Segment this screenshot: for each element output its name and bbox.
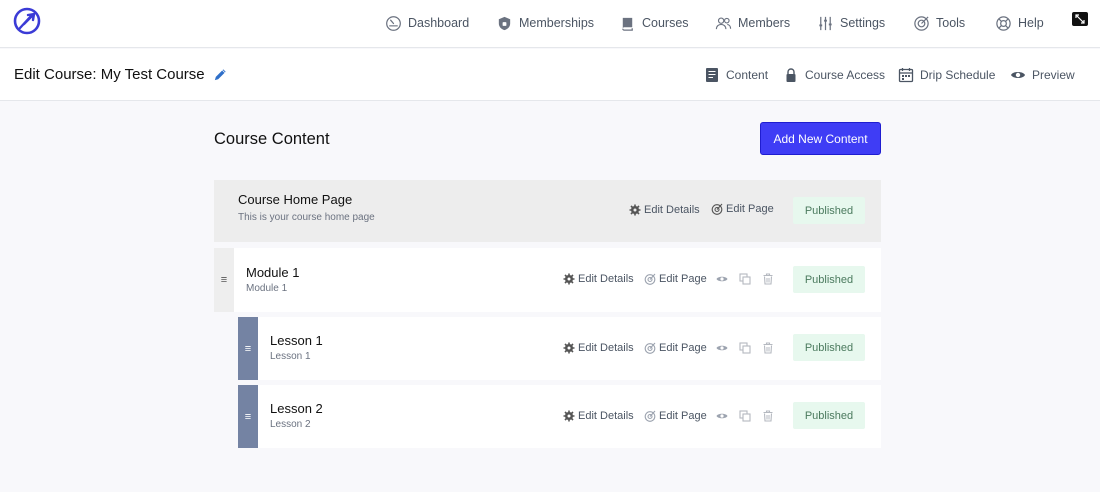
content-item-course-home: Course Home Page This is your course hom… <box>214 180 881 242</box>
expand-icon <box>1075 14 1085 24</box>
duplicate-icon[interactable] <box>739 410 751 422</box>
edit-page-label: Edit Page <box>659 342 707 354</box>
nav-tools-label: Tools <box>936 16 966 30</box>
users-icon <box>715 16 732 29</box>
item-subtitle: This is your course home page <box>238 212 375 223</box>
eye-icon[interactable] <box>716 410 728 422</box>
target-edit-icon <box>644 273 656 285</box>
edit-details-label: Edit Details <box>644 204 700 216</box>
page-title: Edit Course: My Test Course <box>14 66 205 83</box>
item-title: Course Home Page <box>238 192 353 207</box>
tab-course-access[interactable]: Course Access <box>783 65 885 85</box>
status-badge: Published <box>793 402 865 429</box>
trash-icon[interactable] <box>762 410 774 422</box>
nav-settings-label: Settings <box>840 16 886 30</box>
nav-memberships[interactable]: Memberships <box>496 12 594 34</box>
gear-icon <box>563 410 575 422</box>
duplicate-icon[interactable] <box>739 273 751 285</box>
add-new-content-button[interactable]: Add New Content <box>760 122 881 155</box>
edit-details-button[interactable]: Edit Details <box>563 273 634 285</box>
pencil-icon[interactable] <box>213 67 228 82</box>
edit-page-label: Edit Page <box>726 203 774 215</box>
edit-page-label: Edit Page <box>659 410 707 422</box>
item-subtitle: Lesson 1 <box>270 351 311 362</box>
edit-details-label: Edit Details <box>578 342 634 354</box>
section-title: Course Content <box>214 130 330 148</box>
drag-handle[interactable]: ≡ <box>214 248 234 312</box>
nav-tools[interactable]: Tools <box>913 12 965 34</box>
nav-memberships-label: Memberships <box>519 16 595 30</box>
gear-icon <box>629 204 641 216</box>
lifebuoy-icon <box>996 15 1011 31</box>
edit-page-label: Edit Page <box>659 273 707 285</box>
gear-icon <box>563 342 575 354</box>
item-subtitle: Lesson 2 <box>270 419 311 430</box>
edit-details-button[interactable]: Edit Details <box>563 410 634 422</box>
status-badge: Published <box>793 334 865 361</box>
item-subtitle: Module 1 <box>246 283 288 294</box>
edit-page-button[interactable]: Edit Page <box>644 410 707 422</box>
nav-courses[interactable]: Courses <box>619 12 689 34</box>
gauge-icon <box>386 15 401 31</box>
book-icon <box>622 17 633 31</box>
edit-details-button[interactable]: Edit Details <box>563 342 634 354</box>
trash-icon[interactable] <box>762 273 774 285</box>
item-title: Lesson 2 <box>270 401 323 416</box>
tab-content[interactable]: Content <box>704 65 768 85</box>
nav-help-label: Help <box>1018 16 1044 30</box>
calendar-icon <box>898 68 914 83</box>
status-badge: Published <box>793 266 865 293</box>
edit-details-button[interactable]: Edit Details <box>629 204 700 216</box>
drag-handle[interactable]: ≡ <box>238 385 258 448</box>
content-item-lesson-2: ≡ Lesson 2 Lesson 2 Edit Details Edit Pa… <box>238 385 881 448</box>
item-title: Module 1 <box>246 265 300 280</box>
expand-button[interactable] <box>1072 12 1088 26</box>
shield-icon <box>498 16 511 30</box>
target-edit-icon <box>711 203 723 215</box>
item-title: Lesson 1 <box>270 333 323 348</box>
document-icon <box>706 68 718 82</box>
eye-icon[interactable] <box>716 273 728 285</box>
nav-dashboard-label: Dashboard <box>408 16 470 30</box>
tab-drip-schedule[interactable]: Drip Schedule <box>898 65 995 85</box>
content-item-lesson-1: ≡ Lesson 1 Lesson 1 Edit Details Edit Pa… <box>238 317 881 380</box>
nav-help[interactable]: Help <box>995 12 1044 34</box>
edit-page-button[interactable]: Edit Page <box>644 273 707 285</box>
trash-icon[interactable] <box>762 342 774 354</box>
nav-dashboard[interactable]: Dashboard <box>385 12 469 34</box>
target-edit-icon <box>644 410 656 422</box>
edit-details-label: Edit Details <box>578 273 634 285</box>
nav-members[interactable]: Members <box>715 12 790 34</box>
edit-page-button[interactable]: Edit Page <box>711 203 774 215</box>
status-badge: Published <box>793 197 865 224</box>
eye-icon[interactable] <box>716 342 728 354</box>
eye-icon <box>1011 72 1025 78</box>
tab-drip-schedule-label: Drip Schedule <box>920 68 996 82</box>
tab-course-access-label: Course Access <box>805 68 886 82</box>
target-icon <box>914 15 929 31</box>
tab-preview-label: Preview <box>1032 68 1075 82</box>
target-edit-icon <box>644 342 656 354</box>
nav-courses-label: Courses <box>642 16 689 30</box>
top-navigation: Dashboard Memberships Courses Members Se… <box>0 0 1100 48</box>
drag-handle[interactable]: ≡ <box>238 317 258 380</box>
nav-members-label: Members <box>738 16 791 30</box>
course-header: Edit Course: My Test Course Content Cour… <box>0 49 1100 101</box>
nav-settings[interactable]: Settings <box>817 12 885 34</box>
content-item-module-1: ≡ Module 1 Module 1 Edit Details Edit Pa… <box>214 248 881 312</box>
edit-page-button[interactable]: Edit Page <box>644 342 707 354</box>
rocket-logo-icon[interactable] <box>13 7 41 35</box>
sliders-icon <box>819 16 832 30</box>
tab-content-label: Content <box>726 68 769 82</box>
duplicate-icon[interactable] <box>739 342 751 354</box>
gear-icon <box>563 273 575 285</box>
tab-preview[interactable]: Preview <box>1010 65 1075 85</box>
edit-details-label: Edit Details <box>578 410 634 422</box>
lock-icon <box>786 68 796 82</box>
